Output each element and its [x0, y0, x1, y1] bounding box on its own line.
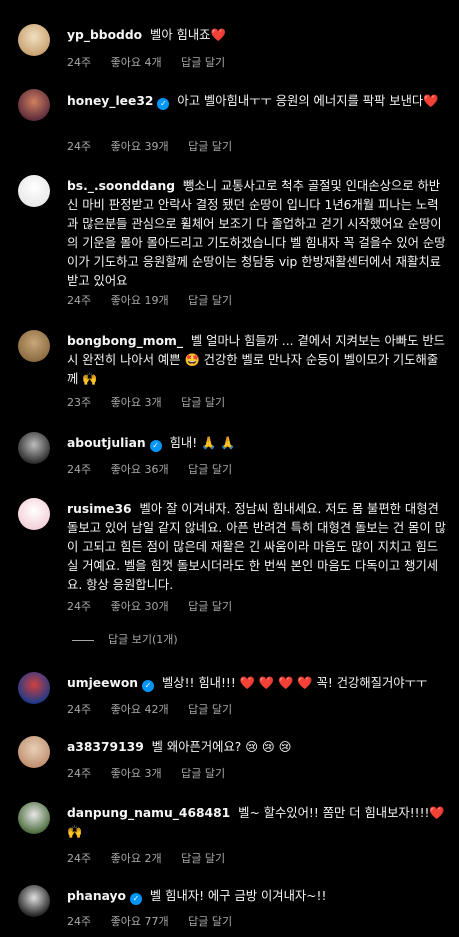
verified-badge-icon: ✓ [157, 98, 170, 110]
reply-button[interactable]: 답글 달기 [188, 463, 232, 476]
avatar[interactable] [18, 89, 50, 121]
comment-time: 24주 [67, 140, 92, 153]
reply-button[interactable]: 답글 달기 [181, 767, 225, 780]
reply-button[interactable]: 답글 달기 [188, 915, 232, 928]
comment-username[interactable]: yp_bboddo [67, 28, 142, 42]
comment-username[interactable]: umjeewon [67, 676, 138, 690]
reply-button[interactable]: 답글 달기 [181, 56, 225, 69]
avatar[interactable] [18, 175, 50, 207]
comment-time: 24주 [67, 294, 92, 307]
comment-time: 24주 [67, 915, 92, 928]
comment-username[interactable]: bs._.soonddang [67, 179, 175, 193]
comment-username[interactable]: rusime36 [67, 502, 132, 516]
comment-username[interactable]: aboutjulian [67, 436, 146, 450]
comment-text: 벨상!! 힘내!!! ❤️ ❤️ ❤️ ❤️ 꼭! 건강해질거야ㅜㅜ [161, 676, 428, 690]
avatar[interactable] [18, 802, 50, 834]
comment-time: 24주 [67, 767, 92, 780]
comment-text: 벨 왜아픈거에요? 😢 😢 😢 [151, 740, 292, 754]
reply-button[interactable]: 답글 달기 [181, 396, 225, 409]
comment-time: 24주 [67, 852, 92, 865]
avatar[interactable] [18, 736, 50, 768]
avatar[interactable] [18, 498, 50, 530]
comment-likes[interactable]: 좋아요 77개 [111, 915, 169, 928]
avatar[interactable] [18, 24, 50, 56]
comment-username[interactable]: phanayo [67, 889, 126, 903]
comment-likes[interactable]: 좋아요 3개 [111, 767, 162, 780]
avatar[interactable] [18, 432, 50, 464]
comment-text: 뺑소니 교통사고로 척추 골절및 인대손상으로 하반신 마비 판정받고 안락사 … [67, 179, 446, 288]
divider [72, 639, 94, 641]
reply-button[interactable]: 답글 달기 [188, 294, 232, 307]
comment-likes[interactable]: 좋아요 19개 [111, 294, 169, 307]
comment-likes[interactable]: 좋아요 39개 [111, 140, 169, 153]
comment-username[interactable]: honey_lee32 [67, 94, 153, 108]
comment-username[interactable]: danpung_namu_468481 [67, 806, 230, 820]
reply-button[interactable]: 답글 달기 [188, 703, 232, 716]
comment-likes[interactable]: 좋아요 30개 [111, 600, 169, 613]
avatar[interactable] [18, 885, 50, 917]
comment-time: 24주 [67, 703, 92, 716]
comment-time: 24주 [67, 463, 92, 476]
view-replies-button[interactable]: 답글 보기(1개) [72, 631, 178, 647]
comment-text: 벨 힘내자! 에구 금방 이겨내자~!! [149, 889, 327, 903]
avatar[interactable] [18, 330, 50, 362]
verified-badge-icon: ✓ [130, 893, 142, 905]
verified-badge-icon: ✓ [142, 680, 155, 692]
comment-likes[interactable]: 좋아요 36개 [111, 463, 169, 476]
verified-badge-icon: ✓ [149, 440, 162, 452]
avatar[interactable] [18, 672, 50, 704]
view-replies-label: 답글 보기(1개) [108, 633, 178, 646]
comment-time: 23주 [67, 396, 92, 409]
comment-likes[interactable]: 좋아요 4개 [111, 56, 162, 69]
comment-time: 24주 [67, 600, 92, 613]
comment-likes[interactable]: 좋아요 42개 [111, 703, 169, 716]
comment-username[interactable]: a38379139 [67, 740, 144, 754]
comment-time: 24주 [67, 56, 92, 69]
comment-text: 힘내! 🙏 🙏 [169, 436, 236, 450]
comment-username[interactable]: bongbong_mom_ [67, 334, 183, 348]
reply-button[interactable]: 답글 달기 [188, 140, 232, 153]
comment-likes[interactable]: 좋아요 3개 [111, 396, 162, 409]
comment-text: 아고 벨아힘내ㅜㅜ 응원의 에너지를 팍팍 보낸다❤️ [177, 94, 439, 108]
reply-button[interactable]: 답글 달기 [188, 600, 232, 613]
comment-likes[interactable]: 좋아요 2개 [111, 852, 162, 865]
reply-button[interactable]: 답글 달기 [181, 852, 225, 865]
comment-text: 벨아 힘내죠❤️ [150, 28, 226, 42]
